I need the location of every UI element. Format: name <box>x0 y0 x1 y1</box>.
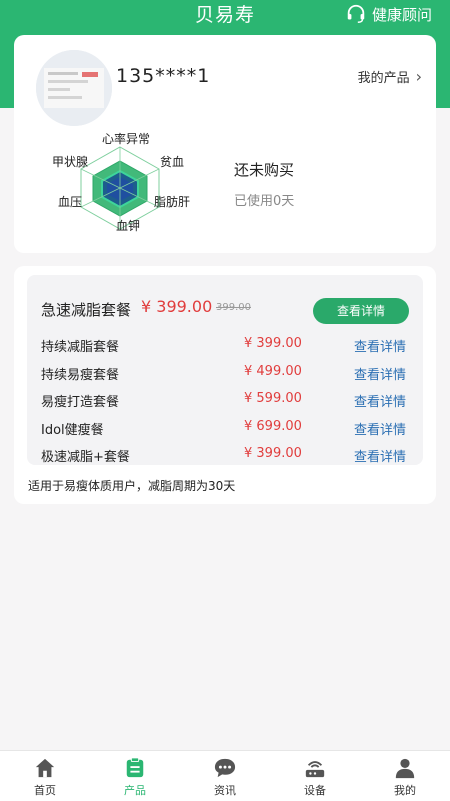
view-details-link[interactable]: 查看详情 <box>354 364 406 383</box>
chevron-right-icon: › <box>415 67 422 86</box>
featured-package-price: ¥ 399.00 <box>141 297 213 316</box>
featured-package-name: 急速减脂套餐 <box>41 301 132 319</box>
package-row: 极速减脂+套餐 ¥ 399.00 查看详情 <box>27 444 423 466</box>
featured-package-original-price: 399.00 <box>216 302 251 313</box>
headset-icon <box>347 4 365 23</box>
package-price: ¥ 399.00 <box>244 446 302 461</box>
view-details-link[interactable]: 查看详情 <box>354 391 406 410</box>
avatar-image <box>36 50 112 126</box>
package-price: ¥ 599.00 <box>244 391 302 406</box>
radar-label: 血钾 <box>116 219 141 233</box>
view-details-link[interactable]: 查看详情 <box>354 419 406 438</box>
package-list: 急速减脂套餐 ¥ 399.00 399.00 查看详情 持续减脂套餐 ¥ 399… <box>27 275 423 465</box>
tab-label: 设备 <box>304 784 326 797</box>
radar-label: 心率异常 <box>102 132 151 146</box>
news-icon <box>214 758 236 778</box>
device-icon <box>305 761 325 778</box>
tab-device[interactable]: 设备 <box>270 751 360 801</box>
package-price: ¥ 499.00 <box>244 364 302 379</box>
tab-label: 首页 <box>34 784 56 797</box>
tab-profile[interactable]: 我的 <box>360 751 450 801</box>
package-name: Idol健瘦餐 <box>41 423 104 438</box>
tab-home[interactable]: 首页 <box>0 751 90 801</box>
radar-label: 贫血 <box>160 155 185 169</box>
usage-days: 已使用0天 <box>234 194 295 209</box>
radar-label: 脂肪肝 <box>154 195 191 209</box>
tab-label: 我的 <box>394 784 416 797</box>
bottom-tab-bar: 首页 产品 资讯 设备 我的 <box>0 750 450 801</box>
package-row: Idol健瘦餐 ¥ 699.00 查看详情 <box>27 417 423 439</box>
package-row: 持续减脂套餐 ¥ 399.00 查看详情 <box>27 334 423 356</box>
package-name: 易瘦打造套餐 <box>41 395 120 410</box>
profile-card: 135****1 我的产品 › 心率异常 贫血 脂肪肝 血钾 血压 甲状腺 还未… <box>14 35 436 253</box>
package-name: 极速减脂+套餐 <box>41 450 130 465</box>
view-details-link[interactable]: 查看详情 <box>354 336 406 355</box>
my-products-link[interactable]: 我的产品 › <box>358 67 422 86</box>
package-name: 持续易瘦套餐 <box>41 368 120 383</box>
view-details-button[interactable]: 查看详情 <box>313 298 409 324</box>
tab-label: 资讯 <box>214 784 236 797</box>
radar-label: 血压 <box>58 195 83 209</box>
my-products-label: 我的产品 <box>357 71 410 86</box>
packages-card: 急速减脂套餐 ¥ 399.00 399.00 查看详情 持续减脂套餐 ¥ 399… <box>14 266 436 504</box>
profile-icon <box>395 758 415 779</box>
tab-news[interactable]: 资讯 <box>180 751 270 801</box>
package-price: ¥ 699.00 <box>244 419 302 434</box>
phone-number: 135****1 <box>116 65 211 87</box>
package-price: ¥ 399.00 <box>244 336 302 351</box>
package-row: 易瘦打造套餐 ¥ 599.00 查看详情 <box>27 389 423 411</box>
health-consultant-label: 健康顾问 <box>371 5 432 24</box>
tab-product[interactable]: 产品 <box>90 751 180 801</box>
home-icon <box>35 758 55 778</box>
package-name: 持续减脂套餐 <box>41 340 120 355</box>
product-icon <box>126 757 144 778</box>
view-details-link[interactable]: 查看详情 <box>354 446 406 465</box>
package-row: 持续易瘦套餐 ¥ 499.00 查看详情 <box>27 362 423 384</box>
radar-label: 甲状腺 <box>52 155 89 169</box>
health-consultant-button[interactable]: 健康顾问 <box>345 3 432 25</box>
health-radar: 心率异常 贫血 脂肪肝 血钾 血压 甲状腺 <box>50 131 190 243</box>
package-note: 适用于易瘦体质用户，减脂周期为30天 <box>28 479 236 493</box>
purchase-status: 还未购买 <box>234 161 295 179</box>
tab-label: 产品 <box>124 784 146 797</box>
avatar[interactable] <box>36 50 112 126</box>
